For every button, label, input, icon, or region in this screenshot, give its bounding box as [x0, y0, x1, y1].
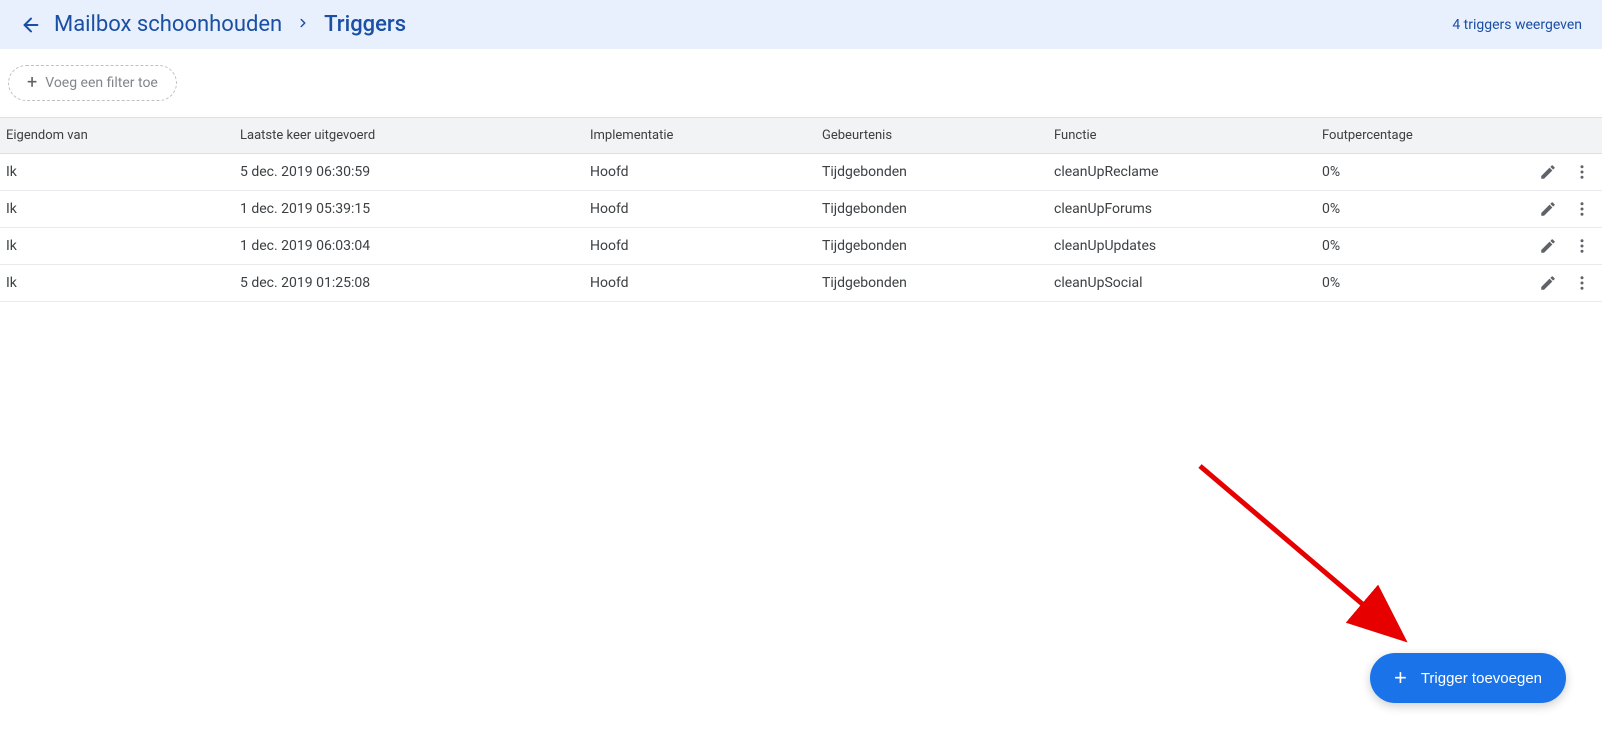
trigger-count-summary[interactable]: 4 triggers weergeven [1452, 17, 1582, 33]
edit-icon[interactable] [1538, 273, 1558, 293]
cell-function: cleanUpSocial [1054, 275, 1322, 291]
add-trigger-button[interactable]: + Trigger toevoegen [1370, 653, 1566, 703]
column-header-owner[interactable]: Eigendom van [0, 128, 240, 143]
filter-bar: + Voeg een filter toe [0, 49, 1602, 117]
edit-icon[interactable] [1538, 199, 1558, 219]
column-header-lastrun[interactable]: Laatste keer uitgevoerd [240, 128, 590, 143]
breadcrumb: Mailbox schoonhouden Triggers [54, 12, 406, 37]
fab-label: Trigger toevoegen [1421, 670, 1542, 687]
cell-implementation: Hoofd [590, 275, 822, 291]
cell-event: Tijdgebonden [822, 238, 1054, 254]
annotation-arrow-icon [1190, 456, 1420, 656]
header-left: Mailbox schoonhouden Triggers [20, 12, 406, 37]
add-filter-button[interactable]: + Voeg een filter toe [8, 65, 177, 101]
table-body: Ik5 dec. 2019 06:30:59HoofdTijdgebondenc… [0, 154, 1602, 302]
cell-owner: Ik [0, 164, 240, 180]
cell-lastrun: 5 dec. 2019 06:30:59 [240, 164, 590, 180]
edit-icon[interactable] [1538, 162, 1558, 182]
plus-icon: + [27, 74, 37, 92]
cell-implementation: Hoofd [590, 201, 822, 217]
add-filter-label: Voeg een filter toe [45, 75, 158, 91]
more-icon[interactable] [1572, 162, 1592, 182]
cell-function: cleanUpForums [1054, 201, 1322, 217]
breadcrumb-current: Triggers [324, 12, 406, 37]
table-header-row: Eigendom van Laatste keer uitgevoerd Imp… [0, 117, 1602, 154]
column-header-function[interactable]: Functie [1054, 128, 1322, 143]
cell-error: 0% [1322, 275, 1502, 291]
cell-event: Tijdgebonden [822, 164, 1054, 180]
breadcrumb-parent[interactable]: Mailbox schoonhouden [54, 12, 282, 37]
column-header-event[interactable]: Gebeurtenis [822, 128, 1054, 143]
more-icon[interactable] [1572, 199, 1592, 219]
cell-event: Tijdgebonden [822, 275, 1054, 291]
table-row[interactable]: Ik1 dec. 2019 05:39:15HoofdTijdgebondenc… [0, 191, 1602, 228]
cell-error: 0% [1322, 164, 1502, 180]
cell-implementation: Hoofd [590, 164, 822, 180]
more-icon[interactable] [1572, 236, 1592, 256]
cell-owner: Ik [0, 201, 240, 217]
cell-error: 0% [1322, 201, 1502, 217]
table-row[interactable]: Ik5 dec. 2019 01:25:08HoofdTijdgebondenc… [0, 265, 1602, 302]
edit-icon[interactable] [1538, 236, 1558, 256]
cell-event: Tijdgebonden [822, 201, 1054, 217]
chevron-right-icon [296, 14, 310, 35]
header-bar: Mailbox schoonhouden Triggers 4 triggers… [0, 0, 1602, 49]
column-header-error[interactable]: Foutpercentage [1322, 128, 1502, 143]
column-header-implementation[interactable]: Implementatie [590, 128, 822, 143]
table-row[interactable]: Ik5 dec. 2019 06:30:59HoofdTijdgebondenc… [0, 154, 1602, 191]
plus-icon: + [1394, 667, 1407, 689]
cell-function: cleanUpReclame [1054, 164, 1322, 180]
cell-implementation: Hoofd [590, 238, 822, 254]
cell-function: cleanUpUpdates [1054, 238, 1322, 254]
cell-lastrun: 1 dec. 2019 06:03:04 [240, 238, 590, 254]
back-arrow-icon[interactable] [20, 14, 42, 36]
cell-owner: Ik [0, 238, 240, 254]
table-row[interactable]: Ik1 dec. 2019 06:03:04HoofdTijdgebondenc… [0, 228, 1602, 265]
cell-lastrun: 5 dec. 2019 01:25:08 [240, 275, 590, 291]
cell-owner: Ik [0, 275, 240, 291]
cell-lastrun: 1 dec. 2019 05:39:15 [240, 201, 590, 217]
more-icon[interactable] [1572, 273, 1592, 293]
cell-error: 0% [1322, 238, 1502, 254]
